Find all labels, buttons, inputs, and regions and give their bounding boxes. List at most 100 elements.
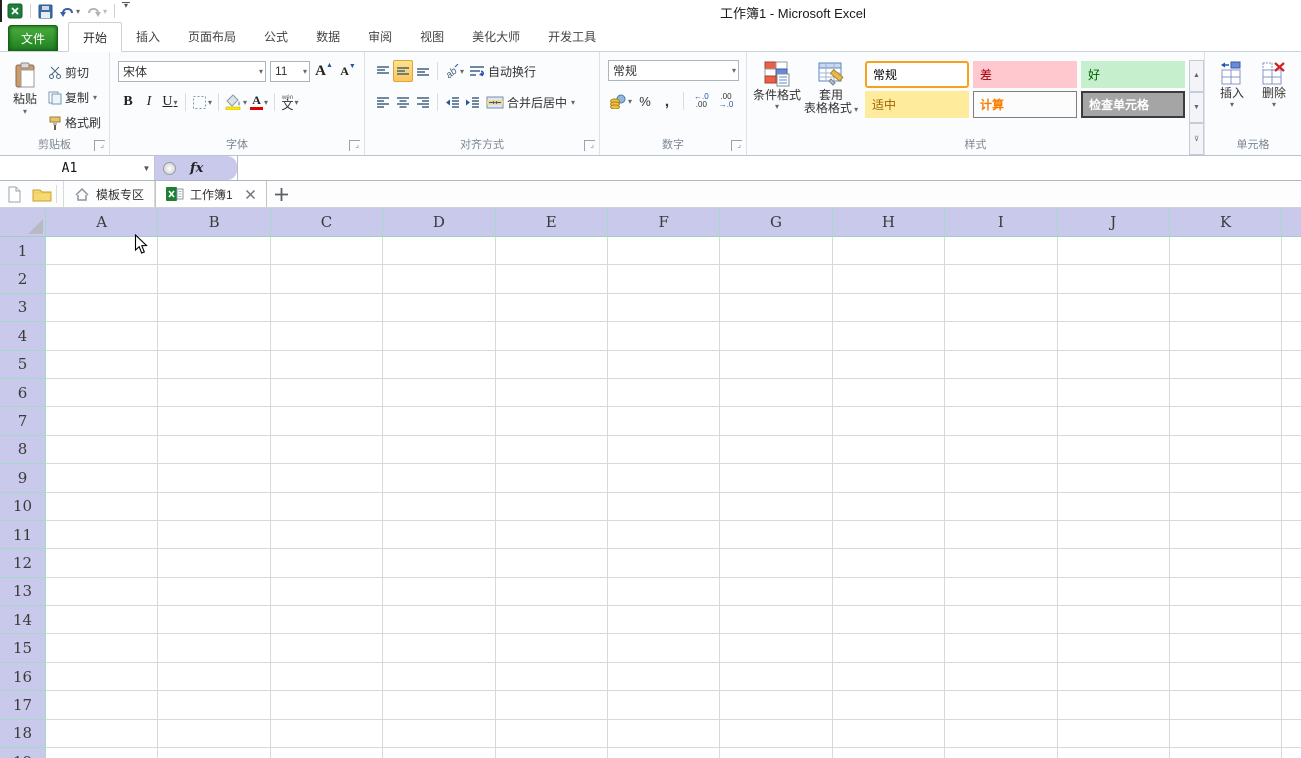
cell-I18[interactable] <box>945 719 1058 749</box>
cell-D3[interactable] <box>383 293 496 323</box>
cell-J15[interactable] <box>1057 634 1170 663</box>
format-painter-button[interactable]: 格式刷 <box>48 112 101 133</box>
column-header-B[interactable]: B <box>158 208 271 237</box>
cell-B12[interactable] <box>158 549 271 578</box>
cell-E17[interactable] <box>495 691 608 720</box>
cell-partial-10[interactable] <box>1282 492 1301 521</box>
cell-C5[interactable] <box>270 350 384 379</box>
cell-A8[interactable] <box>46 435 159 465</box>
row-header-8[interactable]: 8 <box>0 435 46 465</box>
cell-C19[interactable] <box>270 748 384 758</box>
cell-K6[interactable] <box>1169 378 1283 408</box>
cell-I2[interactable] <box>945 265 1058 294</box>
cell-style-好[interactable]: 好 <box>1081 61 1185 88</box>
cell-A11[interactable] <box>46 520 159 550</box>
cell-J2[interactable] <box>1057 265 1170 294</box>
name-box[interactable]: A1 ▼ <box>0 156 155 180</box>
cut-button[interactable]: 剪切 <box>48 62 101 83</box>
cell-D1[interactable] <box>383 237 496 266</box>
cell-I11[interactable] <box>945 520 1058 550</box>
cell-H14[interactable] <box>832 606 946 635</box>
cell-G1[interactable] <box>720 237 833 266</box>
cell-E12[interactable] <box>495 549 608 578</box>
cell-D15[interactable] <box>383 634 496 663</box>
borders-button[interactable] <box>191 91 213 113</box>
cell-E16[interactable] <box>495 662 608 692</box>
new-document-button[interactable] <box>0 181 28 207</box>
cell-H4[interactable] <box>832 322 946 351</box>
cell-F15[interactable] <box>607 634 721 663</box>
cell-K4[interactable] <box>1169 322 1283 351</box>
cell-G3[interactable] <box>720 293 833 323</box>
close-tab-button[interactable] <box>245 189 256 200</box>
cell-B17[interactable] <box>158 691 271 720</box>
row-header-10[interactable]: 10 <box>0 492 46 521</box>
cell-E14[interactable] <box>495 606 608 635</box>
cell-E9[interactable] <box>495 464 608 493</box>
cell-F18[interactable] <box>607 719 721 749</box>
cell-D10[interactable] <box>383 492 496 521</box>
ribbon-tab-视图[interactable]: 视图 <box>406 22 458 51</box>
cell-H8[interactable] <box>832 435 946 465</box>
cell-F5[interactable] <box>607 350 721 379</box>
cell-C6[interactable] <box>270 378 384 408</box>
cell-C7[interactable] <box>270 407 384 436</box>
row-header-5[interactable]: 5 <box>0 350 46 379</box>
cell-B6[interactable] <box>158 378 271 408</box>
cell-style-适中[interactable]: 适中 <box>865 91 969 118</box>
cell-K15[interactable] <box>1169 634 1283 663</box>
redo-button[interactable] <box>85 2 108 20</box>
cell-C18[interactable] <box>270 719 384 749</box>
row-header-6[interactable]: 6 <box>0 378 46 408</box>
cell-B4[interactable] <box>158 322 271 351</box>
copy-button[interactable]: 复制 <box>48 87 101 108</box>
insert-function-button[interactable]: fx <box>190 161 203 176</box>
cell-C9[interactable] <box>270 464 384 493</box>
cell-B9[interactable] <box>158 464 271 493</box>
cell-F2[interactable] <box>607 265 721 294</box>
cell-C8[interactable] <box>270 435 384 465</box>
cell-H16[interactable] <box>832 662 946 692</box>
cell-H3[interactable] <box>832 293 946 323</box>
cell-F8[interactable] <box>607 435 721 465</box>
cell-partial-13[interactable] <box>1282 577 1301 607</box>
cell-B8[interactable] <box>158 435 271 465</box>
cell-H5[interactable] <box>832 350 946 379</box>
cell-A6[interactable] <box>46 378 159 408</box>
cell-G6[interactable] <box>720 378 833 408</box>
column-header-J[interactable]: J <box>1057 208 1170 237</box>
cell-H6[interactable] <box>832 378 946 408</box>
cell-K3[interactable] <box>1169 293 1283 323</box>
row-header-13[interactable]: 13 <box>0 577 46 607</box>
cell-F17[interactable] <box>607 691 721 720</box>
cell-D19[interactable] <box>383 748 496 758</box>
cell-C14[interactable] <box>270 606 384 635</box>
percent-style-button[interactable]: % <box>635 90 655 112</box>
cell-I19[interactable] <box>945 748 1058 758</box>
ribbon-tab-美化大师[interactable]: 美化大师 <box>458 22 534 51</box>
cell-F12[interactable] <box>607 549 721 578</box>
cell-C11[interactable] <box>270 520 384 550</box>
bold-button[interactable]: B <box>118 91 138 113</box>
cell-partial-1[interactable] <box>1282 237 1301 266</box>
cell-partial-14[interactable] <box>1282 606 1301 635</box>
row-header-7[interactable]: 7 <box>0 407 46 436</box>
cell-H13[interactable] <box>832 577 946 607</box>
cell-D12[interactable] <box>383 549 496 578</box>
cell-A9[interactable] <box>46 464 159 493</box>
cell-K5[interactable] <box>1169 350 1283 379</box>
cell-A4[interactable] <box>46 322 159 351</box>
cell-partial-2[interactable] <box>1282 265 1301 294</box>
cell-J13[interactable] <box>1057 577 1170 607</box>
cell-partial-6[interactable] <box>1282 378 1301 408</box>
cell-E6[interactable] <box>495 378 608 408</box>
tab-template-zone[interactable]: 模板专区 <box>63 181 156 207</box>
cell-F1[interactable] <box>607 237 721 266</box>
align-left-button[interactable] <box>373 91 393 113</box>
cell-I4[interactable] <box>945 322 1058 351</box>
column-header-F[interactable]: F <box>607 208 721 237</box>
cell-C15[interactable] <box>270 634 384 663</box>
ribbon-tab-插入[interactable]: 插入 <box>122 22 174 51</box>
cell-A17[interactable] <box>46 691 159 720</box>
cell-A2[interactable] <box>46 265 159 294</box>
